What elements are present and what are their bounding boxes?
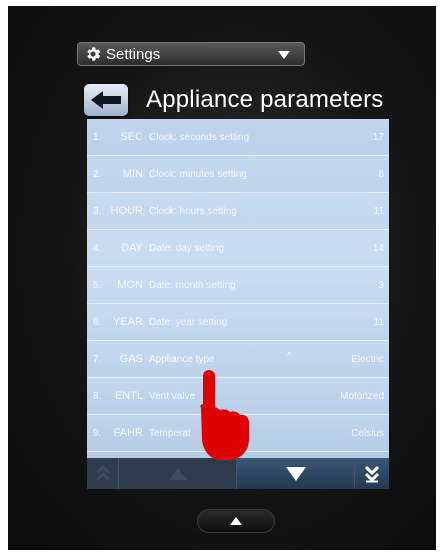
double-chevron-down-icon bbox=[365, 465, 379, 482]
triangle-up-icon bbox=[230, 517, 242, 525]
parameter-description: Clock: minutes setting bbox=[149, 168, 247, 180]
parameter-code: DAY bbox=[121, 242, 143, 254]
parameter-code: YEAR bbox=[113, 316, 143, 328]
parameter-value: Celsius bbox=[351, 427, 384, 439]
settings-dropdown-label: Settings bbox=[106, 45, 161, 63]
parameter-description: Clock: seconds setting bbox=[149, 131, 250, 143]
parameter-code: MON bbox=[117, 279, 143, 291]
parameter-description: Clock: hours setting bbox=[149, 205, 237, 217]
parameter-description: Appliance type bbox=[149, 353, 215, 365]
back-arrow-icon bbox=[91, 91, 121, 109]
page-title: Appliance parameters bbox=[146, 86, 384, 113]
parameter-value: Motorized bbox=[340, 390, 384, 402]
parameter-code: ENTL bbox=[114, 390, 143, 402]
double-chevron-up-icon bbox=[95, 465, 110, 481]
parameter-description: Date: month setting bbox=[149, 279, 236, 291]
parameter-code: GAS bbox=[119, 353, 143, 365]
triangle-up-icon bbox=[168, 467, 187, 480]
hand-pointer-icon bbox=[200, 370, 249, 460]
parameter-index: 6. bbox=[93, 316, 102, 328]
home-button[interactable] bbox=[197, 509, 275, 533]
parameter-value: 14 bbox=[372, 242, 384, 254]
parameter-code: HOUR bbox=[110, 205, 143, 217]
parameter-code: MIN bbox=[122, 168, 143, 180]
chevron-down-icon bbox=[278, 51, 290, 59]
parameter-row[interactable]: 5. MON Date: month setting 3 bbox=[87, 267, 389, 304]
parameter-code: SEC bbox=[120, 131, 143, 143]
caret-up-icon: ^ bbox=[287, 351, 292, 362]
scroll-bottom-button[interactable] bbox=[355, 458, 389, 489]
parameter-value: 11 bbox=[373, 316, 384, 328]
parameter-index: 9. bbox=[93, 427, 102, 439]
parameter-value: 11 bbox=[373, 205, 384, 217]
parameter-row[interactable]: 4. DAY Date: day setting 14 bbox=[87, 230, 389, 267]
parameter-index: 8. bbox=[93, 390, 102, 402]
parameter-description: Date: year setting bbox=[149, 316, 228, 328]
parameter-index: 2. bbox=[93, 168, 102, 180]
parameter-value: 8 bbox=[378, 168, 384, 180]
settings-dropdown[interactable]: Settings bbox=[77, 42, 305, 66]
parameter-value: Electric bbox=[351, 353, 384, 365]
parameter-index: 3. bbox=[93, 205, 102, 217]
back-button[interactable] bbox=[84, 84, 128, 116]
parameter-index: 5. bbox=[93, 279, 102, 291]
parameter-value: 3 bbox=[378, 279, 384, 291]
triangle-down-icon bbox=[285, 466, 306, 481]
gear-icon bbox=[87, 47, 101, 61]
scroll-top-button[interactable] bbox=[87, 458, 119, 489]
parameter-value: 17 bbox=[372, 131, 384, 143]
parameter-row[interactable]: 1. SEC Clock: seconds setting 17 bbox=[87, 119, 389, 156]
parameter-row[interactable]: 3. HOUR Clock: hours setting 11 bbox=[87, 193, 389, 230]
parameter-index: 1. bbox=[93, 131, 102, 143]
parameter-description: Date: day setting bbox=[149, 242, 225, 254]
parameter-row[interactable]: 2. MIN Clock: minutes setting 8 bbox=[87, 156, 389, 193]
parameter-index: 7. bbox=[93, 353, 102, 365]
parameter-index: 4. bbox=[93, 242, 102, 254]
parameter-row[interactable]: 6. YEAR Date: year setting 11 bbox=[87, 304, 389, 341]
parameter-code: FAHR bbox=[113, 427, 143, 439]
